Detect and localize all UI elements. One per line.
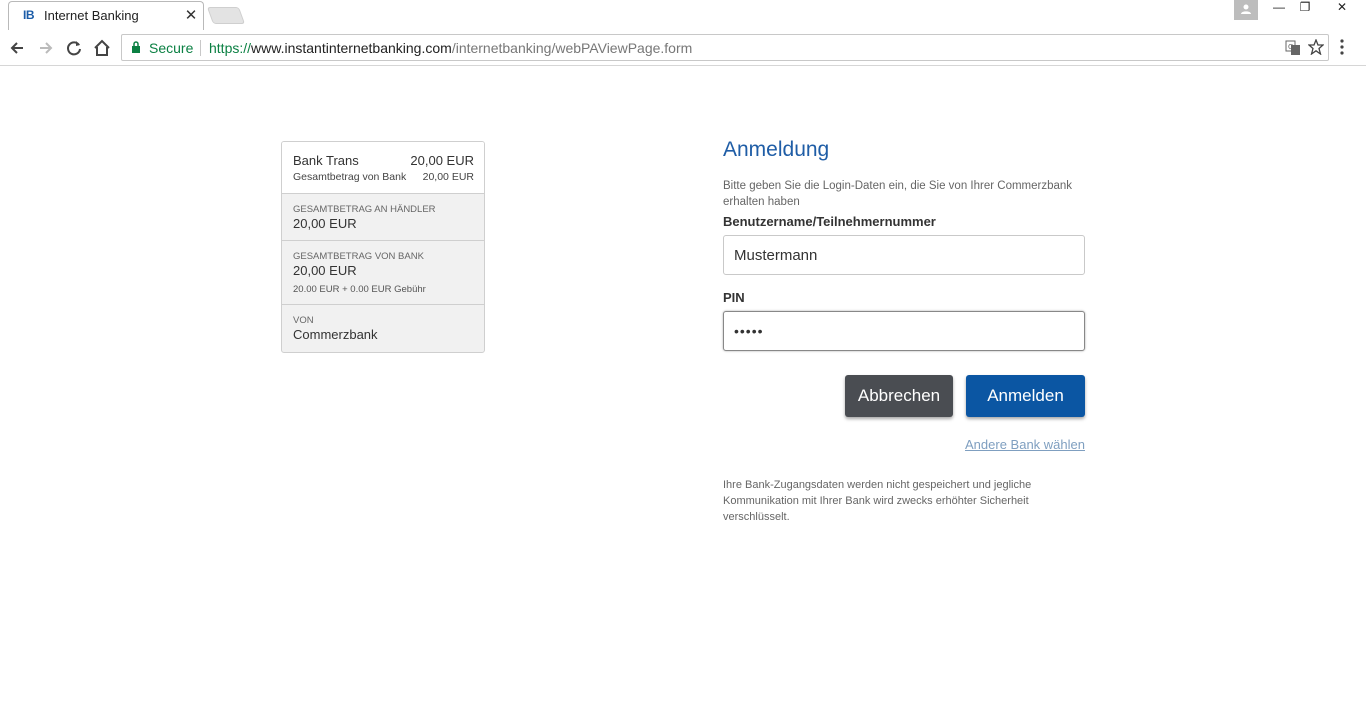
svg-text:G: G [1288,43,1293,51]
forward-arrow-icon[interactable] [35,37,57,59]
summary-from: VON Commerzbank [282,305,484,352]
browser-toolbar: Secure https://www.instantinternetbankin… [0,30,1366,66]
total-label: Gesamtbetrag von Bank [293,171,407,183]
username-label: Benutzername/Teilnehmernummer [723,214,936,229]
window-minimize-button[interactable]: — [1266,0,1292,20]
secure-label: Secure [149,40,194,56]
pin-label: PIN [723,290,745,305]
profile-icon [1241,4,1251,14]
login-button[interactable]: Anmelden [966,375,1085,417]
browser-tab[interactable]: IB Internet Banking ✕ [8,1,204,30]
from-label: VON [293,315,314,326]
pin-input[interactable] [723,311,1085,351]
to-merchant-label: GESAMTBETRAG AN HÄNDLER [293,204,436,215]
back-arrow-icon[interactable] [6,37,28,59]
choose-other-bank-link[interactable]: Andere Bank wählen [957,437,1085,452]
url-path: /internetbanking/webPAViewPage.form [451,40,693,56]
payment-amount: 20,00 EUR [410,153,474,168]
from-value: Commerzbank [293,327,378,342]
browser-titlebar: IB Internet Banking ✕ — ❐ ✕ [0,0,1366,30]
omnibox-divider [200,40,201,56]
window-maximize-button[interactable]: ❐ [1292,0,1318,20]
star-icon[interactable] [1308,39,1324,55]
profile-button[interactable] [1234,0,1258,20]
merchant-name: Bank Trans [293,153,359,168]
payment-summary-card: Bank Trans 20,00 EUR Gesamtbetrag von Ba… [281,141,485,353]
reload-icon[interactable] [63,37,85,59]
to-merchant-value: 20,00 EUR [293,216,357,231]
cancel-button[interactable]: Abbrechen [845,375,953,417]
tab-title: Internet Banking [44,8,139,23]
security-disclaimer: Ihre Bank-Zugangsdaten werden nicht gesp… [723,479,1032,523]
page-title: Anmeldung [723,138,830,161]
favicon-icon: IB [23,8,35,22]
summary-header: Bank Trans 20,00 EUR Gesamtbetrag von Ba… [282,142,484,194]
url-host: www.instantinternetbanking.com [251,40,452,56]
url-scheme: https:// [209,40,252,56]
translate-icon[interactable]: G [1285,40,1301,56]
username-input[interactable] [723,235,1085,275]
url-text[interactable]: https://www.instantinternetbanking.com/i… [209,40,692,56]
login-intro-text: Bitte geben Sie die Login-Daten ein, die… [723,180,1073,208]
fee-breakdown: 20.00 EUR + 0.00 EUR Gebühr [293,284,426,295]
window-close-button[interactable]: ✕ [1318,0,1366,20]
address-bar[interactable]: Secure https://www.instantinternetbankin… [121,34,1329,61]
new-tab-button[interactable] [206,7,246,24]
menu-icon[interactable] [1340,39,1344,55]
from-bank-label: GESAMTBETRAG VON BANK [293,251,424,262]
lock-icon [132,41,140,53]
summary-to-merchant: GESAMTBETRAG AN HÄNDLER 20,00 EUR [282,194,484,241]
tab-close-icon[interactable]: ✕ [183,6,199,24]
from-bank-value: 20,00 EUR [293,263,357,278]
total-value: 20,00 EUR [422,171,474,183]
home-icon[interactable] [91,37,113,59]
summary-from-bank: GESAMTBETRAG VON BANK 20,00 EUR 20.00 EU… [282,241,484,305]
